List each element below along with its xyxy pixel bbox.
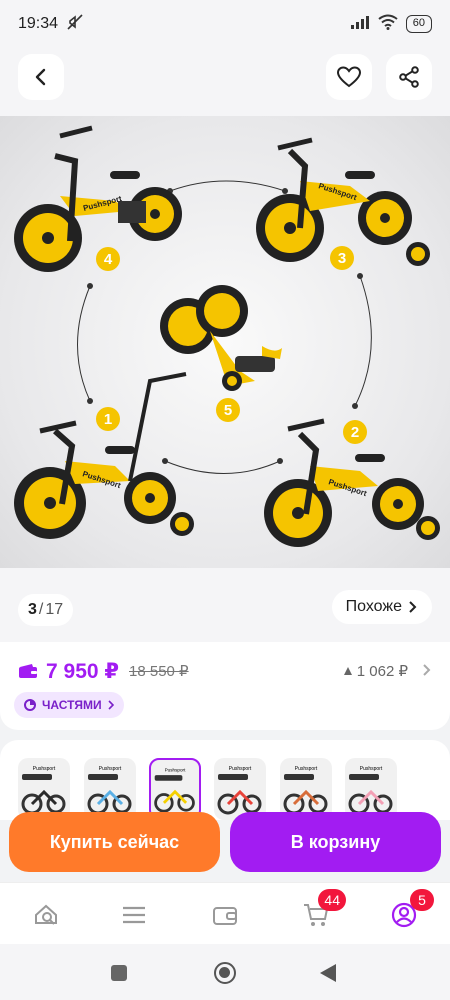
thumbnail-label: Pushsport [360,766,383,772]
thumbnail-label: Pushsport [229,766,252,772]
menu-icon [123,906,145,924]
share-icon [399,66,419,88]
status-bar: 19:34 60 [0,0,450,48]
nav-catalog[interactable] [114,897,154,933]
image-counter-current: 3 [28,601,37,618]
triangle-up-icon [343,667,352,675]
similar-label: Похоже [345,598,402,615]
chevron-right-icon [409,601,417,613]
callout-3: 3 [338,250,346,267]
bike-illustration-1 [14,372,194,539]
chevron-right-icon [108,700,114,710]
installments-chip[interactable]: ЧАСТЯМИ [14,692,124,718]
chevron-right-icon [422,661,432,682]
nav-home[interactable] [26,897,66,933]
favorite-button[interactable] [326,54,372,100]
product-image[interactable]: 4 3 5 1 2 Pushsport Pushsport Pushsport … [0,116,450,568]
thumbnail-label: Pushsport [99,766,122,772]
image-counter: 3 / 17 [18,594,74,626]
back-arrow-icon [35,68,46,86]
thumbnail-label: Pushsport [295,766,318,772]
purchase-actions: Купить сейчас В корзину [0,806,450,882]
nav-wallet[interactable] [205,897,245,933]
mute-icon [66,13,84,36]
buy-now-button[interactable]: Купить сейчас [9,812,220,872]
current-price: 7 950 ₽ [46,659,119,683]
gallery-controls: 3 / 17 Похоже [0,568,450,646]
thumbnail-label: Pushsport [165,767,186,772]
battery-indicator: 60 [405,15,432,33]
image-counter-total: 17 [45,601,64,618]
bottom-navigation: 44 5 [0,882,450,944]
wifi-icon [378,14,398,35]
wallet-icon [213,907,237,925]
price-drop-value: 1 062 ₽ [356,663,408,680]
nav-cart[interactable]: 44 [296,889,346,933]
back-button[interactable] [18,54,64,100]
callout-5: 5 [224,402,232,419]
old-price: 18 550 ₽ [129,663,189,680]
search-home-icon [35,904,57,925]
installments-label: ЧАСТЯМИ [42,698,102,712]
wallet-icon [19,664,37,678]
profile-badge: 5 [410,889,434,911]
top-bar [0,48,450,116]
recents-icon[interactable] [111,965,127,981]
cart-badge: 44 [318,889,346,911]
status-time: 19:34 [18,15,59,32]
system-navigation [0,944,450,1000]
pie-icon [24,699,36,711]
signal-icon [350,15,370,34]
nav-profile[interactable]: 5 [384,889,434,933]
callout-2: 2 [351,424,359,441]
product-page: 19:34 60 4 3 5 1 2 Pushsport Pushsport P… [0,0,450,1000]
image-counter-separator: / [38,601,44,618]
share-button[interactable] [386,54,432,100]
thumbnail-label: Pushsport [33,766,56,772]
similar-button[interactable]: Похоже [331,590,432,624]
back-triangle-icon[interactable] [320,964,336,982]
add-to-cart-button[interactable]: В корзину [230,812,441,872]
price-card[interactable]: 7 950 ₽ 18 550 ₽ 1 062 ₽ ЧАСТЯМИ [0,642,450,730]
callout-4: 4 [104,251,113,268]
price-drop: 1 062 ₽ [343,662,408,680]
heart-icon [337,66,361,88]
callout-1: 1 [104,411,112,428]
home-icon[interactable] [214,962,236,984]
